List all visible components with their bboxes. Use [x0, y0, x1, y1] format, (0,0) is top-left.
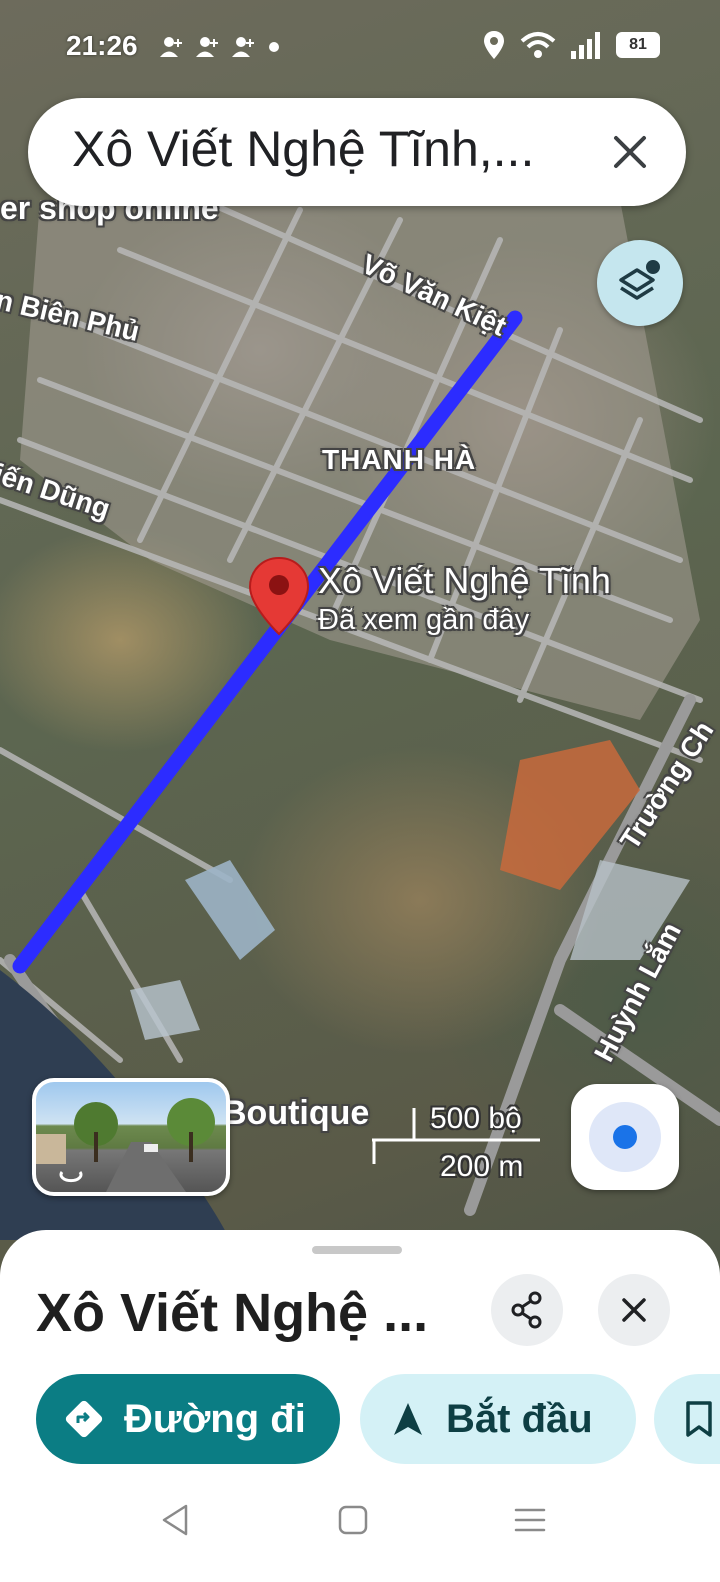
navigation-arrow-icon — [394, 1403, 422, 1435]
scale-feet: 500 bộ — [430, 1102, 522, 1135]
directions-button[interactable]: Đường đi — [36, 1374, 340, 1464]
search-clear-button[interactable] — [604, 126, 656, 178]
battery-icon: 81 — [616, 32, 660, 58]
scale-meters: 200 m — [440, 1150, 524, 1183]
sheet-drag-handle[interactable] — [312, 1246, 402, 1254]
search-bar[interactable]: Xô Viết Nghệ Tĩnh,... — [28, 98, 686, 206]
home-icon[interactable] — [335, 1502, 371, 1538]
share-icon — [511, 1291, 542, 1329]
system-nav-bar — [0, 1488, 720, 1582]
start-label: Bắt đầu — [446, 1396, 593, 1441]
person-add-icon — [232, 37, 254, 57]
pin-subtitle: Đã xem gần đây — [318, 604, 530, 636]
search-query[interactable]: Xô Viết Nghệ Tĩnh,... — [72, 120, 534, 178]
status-time: 21:26 — [66, 30, 138, 61]
directions-icon — [65, 1400, 103, 1438]
close-icon — [614, 136, 646, 168]
battery-level: 81 — [629, 36, 647, 53]
dot-icon — [269, 42, 279, 52]
pin-title: Xô Viết Nghệ Tĩnh — [318, 560, 611, 601]
place-title: Xô Viết Nghệ ... — [36, 1283, 429, 1343]
close-icon — [622, 1298, 646, 1322]
signal-icon — [571, 32, 600, 59]
sheet-close-button[interactable] — [598, 1274, 670, 1346]
person-add-icon — [196, 37, 218, 57]
recents-icon[interactable] — [512, 1502, 548, 1538]
my-location-button[interactable] — [571, 1084, 679, 1190]
start-button[interactable]: Bắt đầu — [360, 1374, 636, 1464]
location-icon — [484, 31, 504, 59]
person-add-icon — [160, 37, 182, 57]
status-bar: 21:26 81 — [0, 0, 720, 96]
share-button[interactable] — [491, 1274, 563, 1346]
pin-icon — [248, 556, 310, 636]
directions-label: Đường đi — [124, 1396, 306, 1441]
layers-button[interactable] — [597, 240, 683, 326]
wifi-icon — [520, 32, 556, 58]
layers-icon — [619, 260, 660, 300]
map-label-thanh-ha: THANH HÀ — [322, 444, 477, 475]
save-button[interactable] — [654, 1374, 720, 1464]
rotate-360-icon — [59, 1171, 83, 1183]
bookmark-icon — [686, 1401, 712, 1437]
street-view-thumbnail[interactable] — [32, 1078, 230, 1196]
map-label-boutique: Boutique — [222, 1094, 370, 1132]
system-icons: 81 — [482, 30, 660, 60]
map-pin[interactable] — [248, 556, 310, 636]
street-view-image — [36, 1098, 215, 1192]
back-icon[interactable] — [158, 1502, 194, 1538]
notification-icons — [160, 36, 280, 58]
my-location-icon — [613, 1125, 637, 1149]
map-scale: 500 bộ 200 m — [372, 1100, 562, 1190]
